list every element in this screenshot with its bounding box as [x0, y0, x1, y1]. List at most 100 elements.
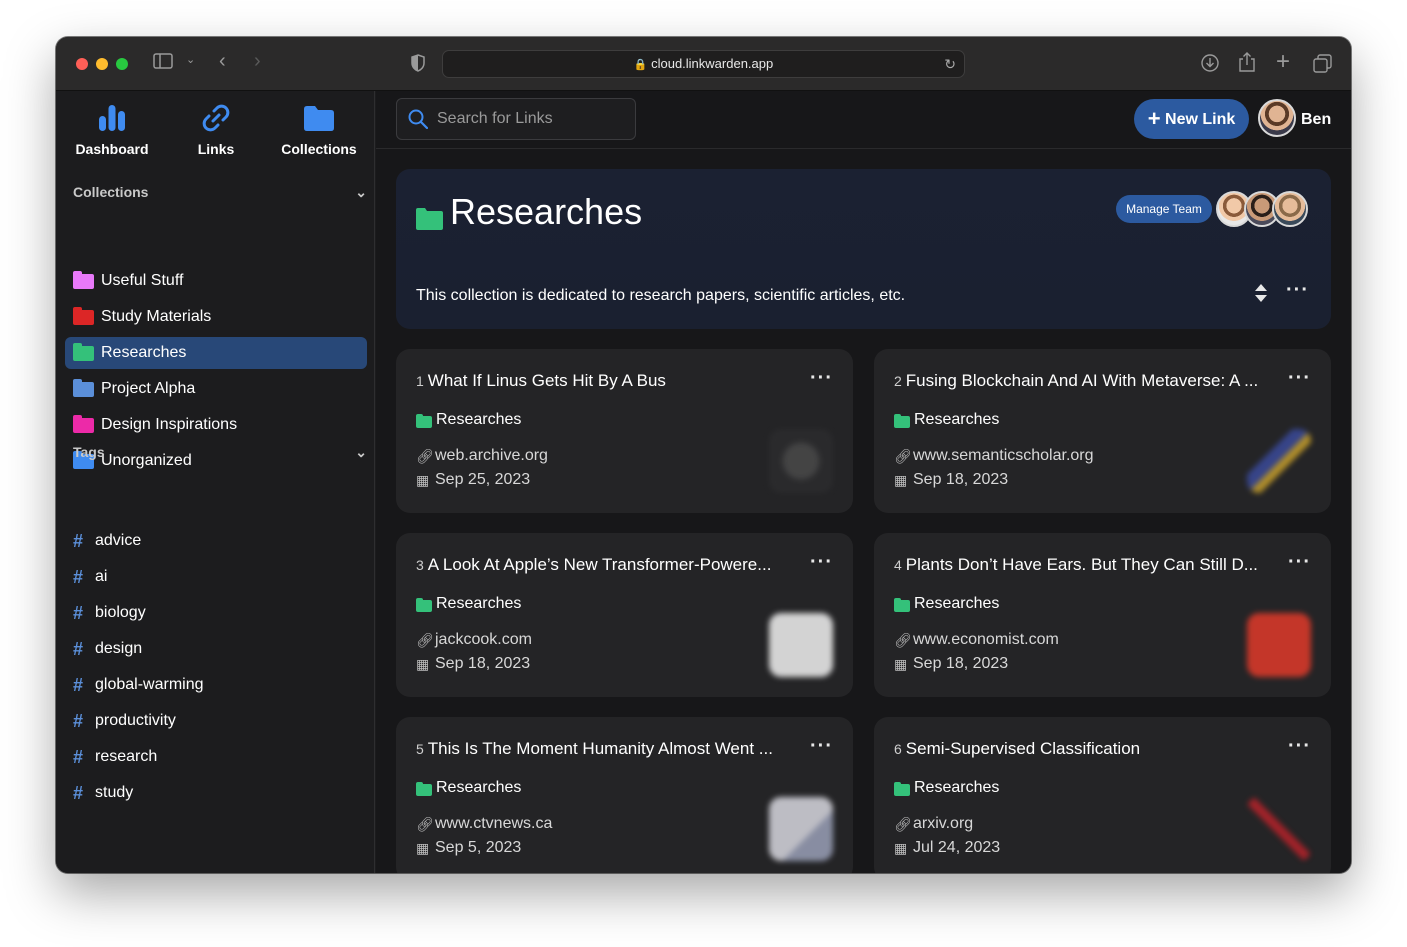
minimize-window-button[interactable] [96, 58, 108, 70]
link-more-icon[interactable]: ··· [1288, 367, 1311, 390]
nav-links[interactable]: Links [166, 103, 266, 157]
team-member-avatar[interactable] [1272, 191, 1308, 227]
sidebar-tag-item[interactable]: # biology [65, 597, 367, 629]
link-more-icon[interactable]: ··· [810, 735, 833, 758]
sidebar-collection-label: Researches [101, 344, 187, 361]
link-collection[interactable]: Researches [416, 779, 521, 797]
link-icon: 🔗︎ [416, 448, 434, 464]
sidebar-collection-label: Project Alpha [101, 380, 196, 397]
sort-icon[interactable] [1254, 283, 1268, 308]
address-bar[interactable]: 🔒 cloud.linkwarden.app ↻ [442, 50, 965, 78]
folder-icon [73, 271, 94, 289]
lock-icon: 🔒 [633, 59, 648, 71]
sidebar-collection-label: Study Materials [101, 308, 212, 325]
sidebar-tag-item[interactable]: # productivity [65, 705, 367, 737]
link-card[interactable]: 5 This Is The Moment Humanity Almost Went… [396, 717, 853, 873]
sidebar-toggle-icon[interactable] [153, 53, 173, 74]
link-more-icon[interactable]: ··· [810, 551, 833, 574]
link-url: 🔗︎ jackcook.com [416, 631, 532, 649]
sidebar-collection-label: Design Inspirations [101, 416, 238, 433]
collections-heading: Collections [73, 184, 149, 200]
link-more-icon[interactable]: ··· [810, 367, 833, 390]
link-card[interactable]: 2 Fusing Blockchain And AI With Metaverse… [874, 349, 1331, 513]
link-collection-label: Researches [914, 595, 1000, 612]
share-icon[interactable] [1239, 52, 1255, 77]
user-avatar[interactable] [1258, 99, 1296, 137]
link-url-text: www.semanticscholar.org [913, 447, 1094, 464]
folder-icon [73, 307, 94, 325]
link-more-icon[interactable]: ··· [1288, 735, 1311, 758]
hash-icon: # [73, 567, 84, 587]
link-more-icon[interactable]: ··· [1288, 551, 1311, 574]
link-collection-label: Researches [436, 779, 522, 796]
forward-icon[interactable]: › [254, 50, 261, 73]
link-date-text: Sep 18, 2023 [913, 471, 1009, 488]
sidebar-tag-item[interactable]: # global-warming [65, 669, 367, 701]
link-icon: 🔗︎ [894, 632, 912, 648]
link-collection[interactable]: Researches [416, 411, 521, 429]
chevron-down-icon[interactable]: ⌄ [186, 53, 195, 66]
back-icon[interactable]: ‹ [219, 50, 226, 73]
link-card[interactable]: 3A Look At Apple’s New Transformer-Power… [396, 533, 853, 697]
link-card[interactable]: 1 What If Linus Gets Hit By A Bus ··· Resea… [396, 349, 853, 513]
shield-icon[interactable] [411, 54, 425, 77]
link-title-text: What If Linus Gets Hit By A Bus [427, 371, 666, 390]
sidebar-tag-item[interactable]: # ai [65, 561, 367, 593]
link-date-text: Jul 24, 2023 [913, 839, 1001, 856]
link-collection[interactable]: Researches [894, 411, 999, 429]
collection-more-icon[interactable]: ··· [1286, 279, 1309, 302]
collections-section-header[interactable]: Collections ⌄ [73, 184, 367, 204]
sidebar-collection-item[interactable]: Design Inspirations [65, 409, 367, 441]
sidebar: Dashboard Links Collections Collections … [56, 91, 375, 873]
link-title[interactable]: 5 This Is The Moment Humanity Almost Went… [416, 739, 796, 759]
link-card[interactable]: 6 Semi-Supervised Classification ··· Resear… [874, 717, 1331, 873]
nav-dashboard[interactable]: Dashboard [62, 103, 162, 157]
main-content: + New Link Ben Researches Manage Team Th… [376, 91, 1351, 873]
sidebar-collection-item[interactable]: Study Materials [65, 301, 367, 333]
folder-icon [73, 379, 94, 397]
chevron-down-icon[interactable]: ⌄ [355, 184, 367, 201]
search-box[interactable] [396, 98, 636, 140]
tab-overview-icon[interactable] [1313, 54, 1332, 78]
folder-icon [894, 782, 910, 796]
link-title-text: A Look At Apple’s New Transformer-Powere… [427, 555, 772, 574]
link-title[interactable]: 2 Fusing Blockchain And AI With Metaverse… [894, 371, 1274, 391]
manage-team-button[interactable]: Manage Team [1116, 195, 1212, 223]
sidebar-collection-label: Useful Stuff [101, 272, 184, 289]
link-collection[interactable]: Researches [894, 595, 999, 613]
reload-icon[interactable]: ↻ [944, 51, 956, 77]
sidebar-collection-item[interactable]: Useful Stuff [65, 265, 367, 297]
link-url: 🔗︎ web.archive.org [416, 447, 548, 465]
sidebar-tag-label: design [95, 640, 143, 657]
close-window-button[interactable] [76, 58, 88, 70]
sidebar-tag-item[interactable]: # advice [65, 525, 367, 557]
zoom-window-button[interactable] [116, 58, 128, 70]
search-input[interactable] [437, 99, 627, 139]
new-tab-icon[interactable]: + [1276, 48, 1290, 76]
sidebar-tag-item[interactable]: # design [65, 633, 367, 665]
new-link-label: New Link [1165, 111, 1236, 128]
sidebar-collection-item[interactable]: Project Alpha [65, 373, 367, 405]
sidebar-tag-item[interactable]: # study [65, 777, 367, 809]
link-collection[interactable]: Researches [894, 779, 999, 797]
link-collection[interactable]: Researches [416, 595, 521, 613]
chevron-down-icon[interactable]: ⌄ [355, 444, 367, 461]
link-title[interactable]: 3A Look At Apple’s New Transformer-Power… [416, 555, 796, 575]
link-collection-label: Researches [914, 779, 1000, 796]
tags-section-header[interactable]: Tags ⌄ [73, 444, 367, 464]
link-title[interactable]: 4 Plants Don’t Have Ears. But They Can St… [894, 555, 1274, 575]
link-title[interactable]: 6 Semi-Supervised Classification [894, 739, 1274, 759]
link-card[interactable]: 4 Plants Don’t Have Ears. But They Can St… [874, 533, 1331, 697]
sidebar-tag-label: productivity [95, 712, 176, 729]
link-title[interactable]: 1 What If Linus Gets Hit By A Bus [416, 371, 796, 391]
new-link-button[interactable]: + New Link [1134, 99, 1249, 139]
sidebar-collection-item[interactable]: Researches [65, 337, 367, 369]
calendar-icon: ▦ [416, 656, 430, 672]
nav-collections-label: Collections [281, 141, 357, 157]
collection-title: Researches [450, 191, 643, 232]
sidebar-tag-item[interactable]: # research [65, 741, 367, 773]
user-name[interactable]: Ben [1301, 111, 1331, 129]
nav-collections[interactable]: Collections [269, 103, 369, 157]
download-icon[interactable] [1201, 54, 1219, 77]
hash-icon: # [73, 603, 84, 623]
